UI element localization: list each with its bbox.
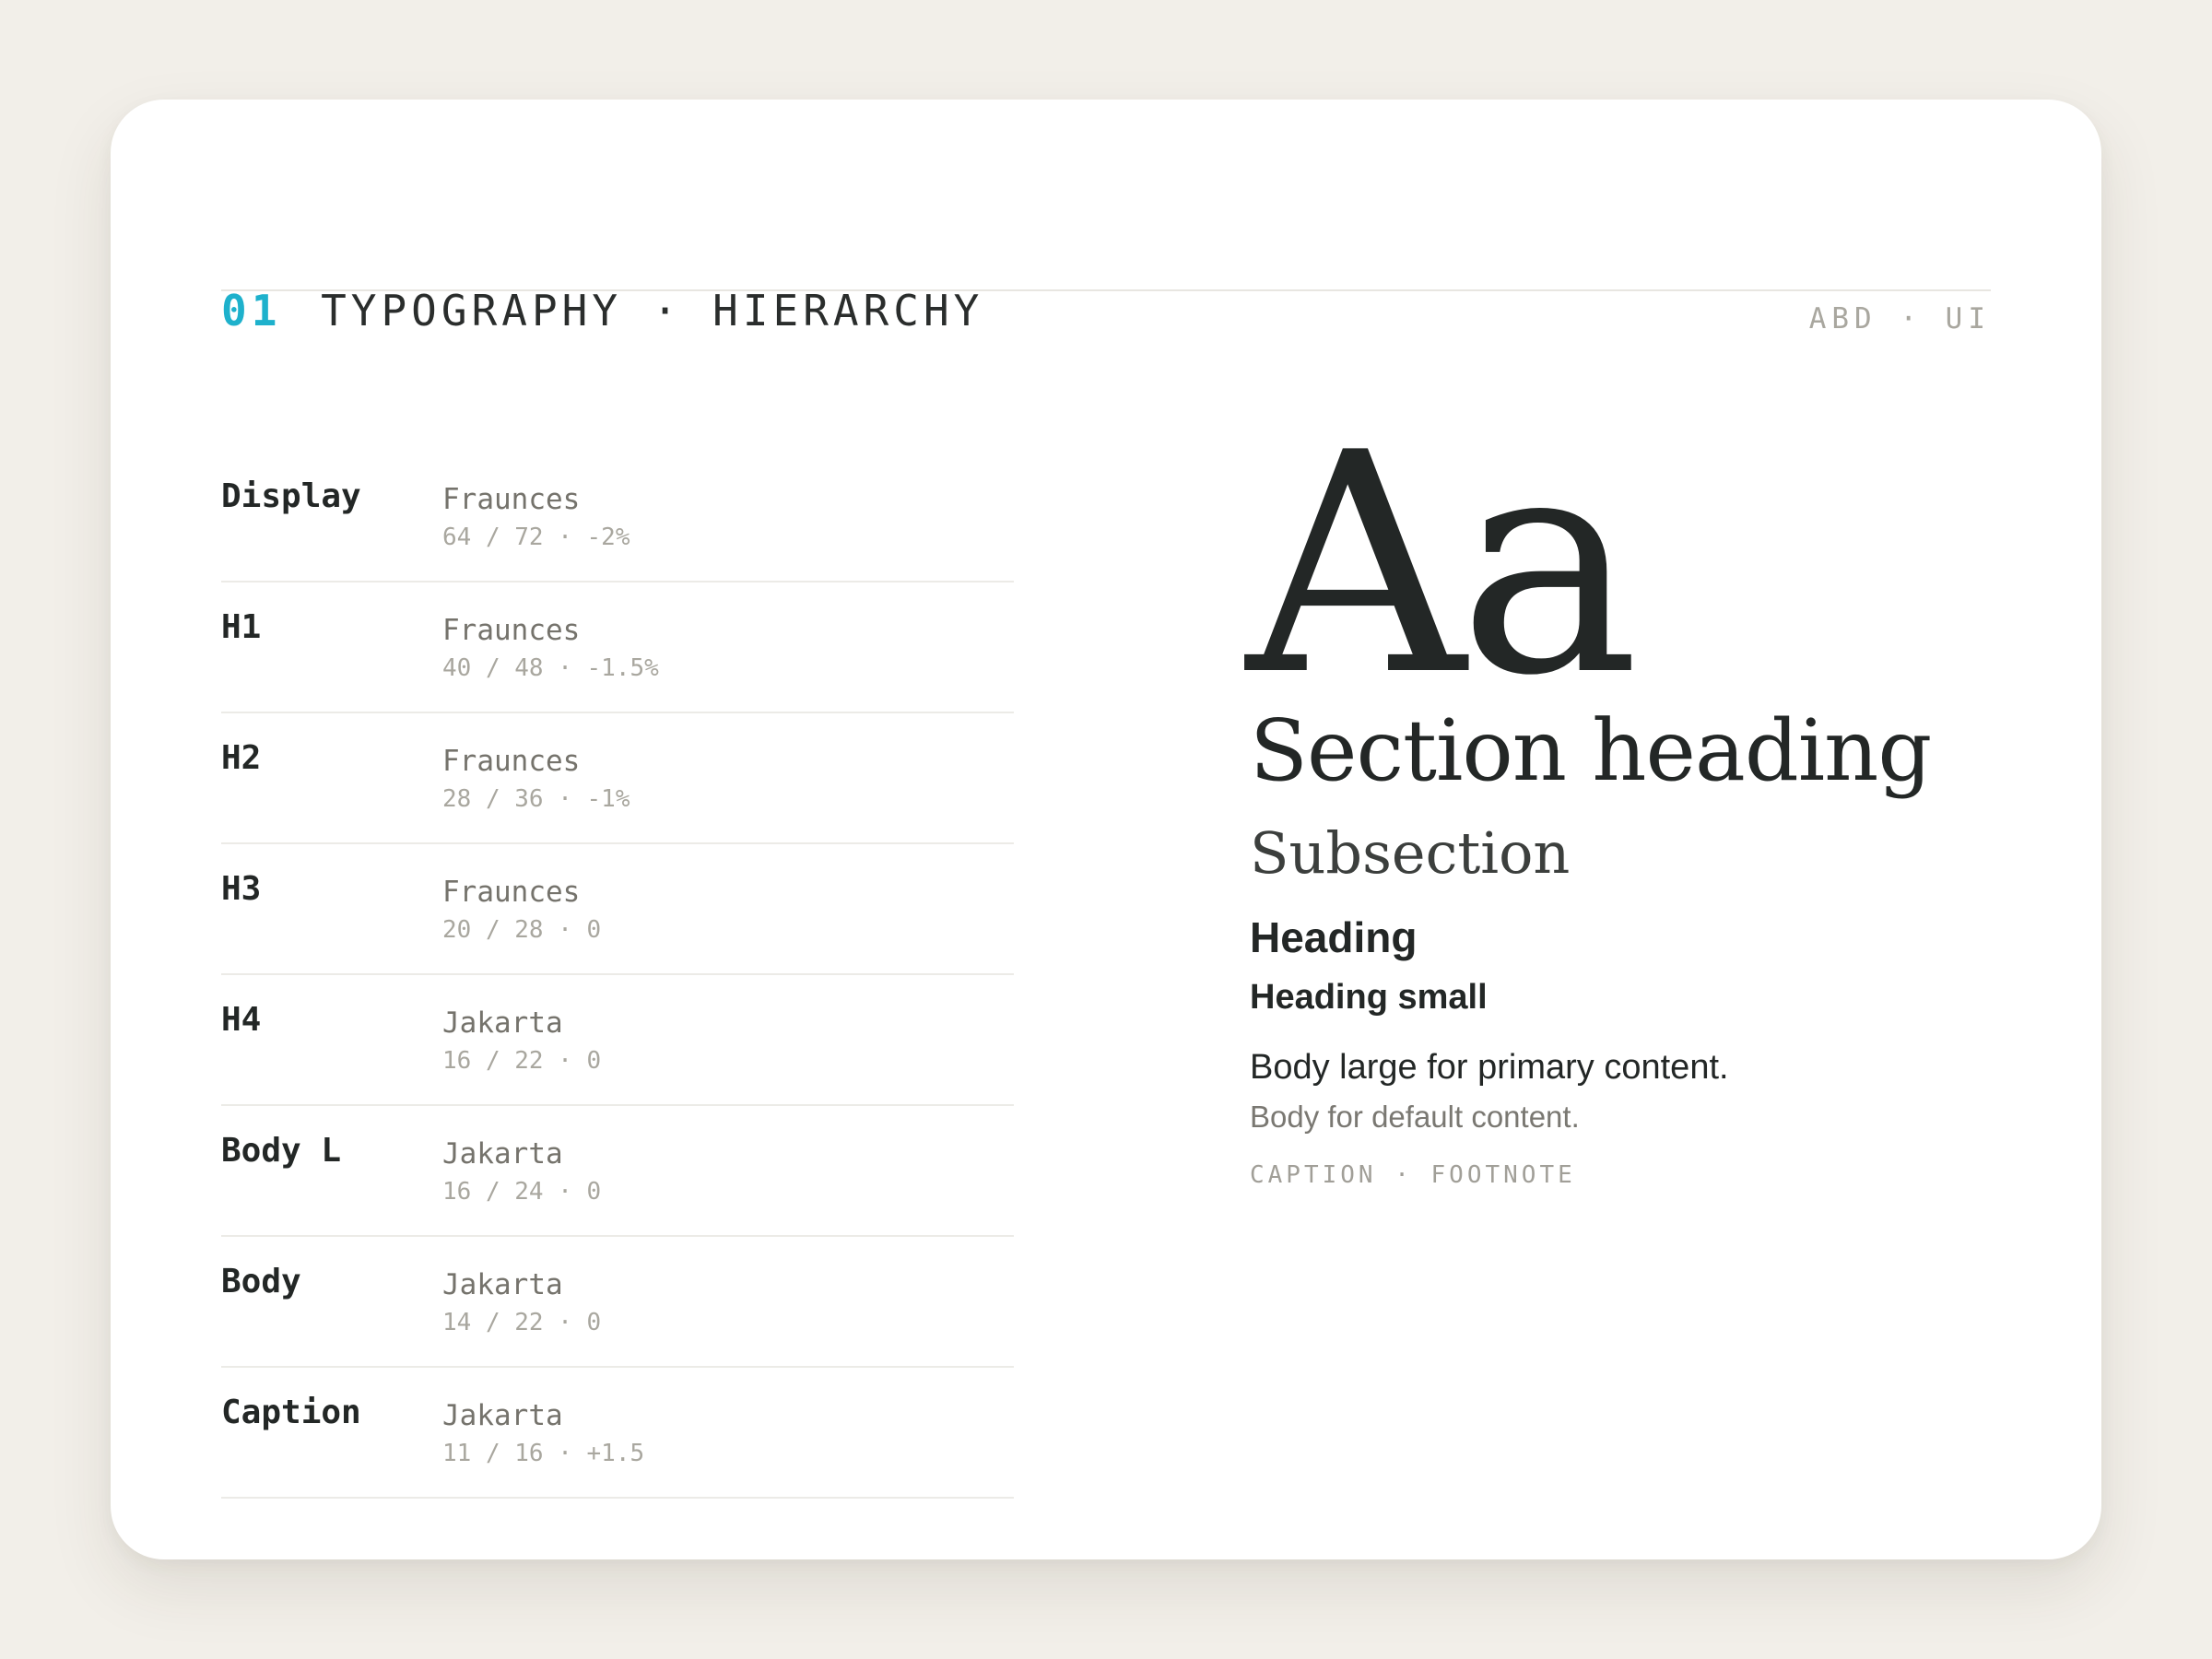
- font-family-label: Jakarta: [442, 1268, 563, 1301]
- style-name: Body: [221, 1263, 301, 1300]
- font-family-label: Jakarta: [442, 1006, 563, 1040]
- specimen-body: Body for default content.: [1250, 1100, 1580, 1134]
- specimen-body-large: Body large for primary content.: [1250, 1048, 1729, 1087]
- type-scale-list: Display Fraunces 64 / 72 · -2% H1 Fraunc…: [221, 452, 1014, 1499]
- specimen-h3: Heading: [1250, 913, 1418, 961]
- style-metrics: 14 / 22 · 0: [442, 1309, 602, 1336]
- style-metrics: 20 / 28 · 0: [442, 916, 602, 944]
- card-header: 01 TYPOGRAPHY · HIERARCHY ABD · UI: [221, 190, 1991, 335]
- brand-label: ABD · UI: [1808, 302, 1991, 335]
- type-scale-row: H1 Fraunces 40 / 48 · -1.5%: [221, 582, 1014, 713]
- style-metrics: 40 / 48 · -1.5%: [442, 654, 659, 682]
- style-metrics: 11 / 16 · +1.5: [442, 1440, 645, 1467]
- specimen-h2: Subsection: [1250, 819, 1571, 887]
- section-title-text: TYPOGRAPHY · HIERARCHY: [321, 286, 984, 335]
- typography-card: 01 TYPOGRAPHY · HIERARCHY ABD · UI Displ…: [111, 100, 2101, 1559]
- style-metrics: 16 / 24 · 0: [442, 1178, 602, 1206]
- style-name: Display: [221, 477, 361, 515]
- type-scale-row: Caption Jakarta 11 / 16 · +1.5: [221, 1368, 1014, 1499]
- style-name: H1: [221, 608, 262, 646]
- type-scale-row: Display Fraunces 64 / 72 · -2%: [221, 452, 1014, 582]
- font-family-label: Fraunces: [442, 745, 581, 778]
- type-scale-row: Body Jakarta 14 / 22 · 0: [221, 1237, 1014, 1368]
- section-number: 01: [221, 286, 282, 335]
- type-scale-row: Body L Jakarta 16 / 24 · 0: [221, 1106, 1014, 1237]
- style-metrics: 28 / 36 · -1%: [442, 785, 630, 813]
- font-family-label: Fraunces: [442, 614, 581, 647]
- type-scale-row: H4 Jakarta 16 / 22 · 0: [221, 975, 1014, 1106]
- type-scale-row: H2 Fraunces 28 / 36 · -1%: [221, 713, 1014, 844]
- style-name: H4: [221, 1001, 262, 1039]
- style-name: H3: [221, 870, 262, 908]
- font-family-label: Fraunces: [442, 876, 581, 909]
- style-name: Caption: [221, 1394, 361, 1431]
- style-name: Body L: [221, 1132, 342, 1170]
- style-metrics: 16 / 22 · 0: [442, 1047, 602, 1075]
- specimen-caption: CAPTION · FOOTNOTE: [1250, 1161, 1576, 1189]
- font-family-label: Fraunces: [442, 483, 581, 516]
- font-family-label: Jakarta: [442, 1137, 563, 1171]
- style-name: H2: [221, 739, 262, 777]
- font-family-label: Jakarta: [442, 1399, 563, 1432]
- type-scale-row: H3 Fraunces 20 / 28 · 0: [221, 844, 1014, 975]
- section-title: 01 TYPOGRAPHY · HIERARCHY: [221, 286, 983, 335]
- specimen-display: Aa: [1246, 388, 1640, 742]
- specimen-h1: Section heading: [1250, 701, 1932, 800]
- specimen-h4: Heading small: [1250, 978, 1488, 1017]
- style-metrics: 64 / 72 · -2%: [442, 524, 630, 551]
